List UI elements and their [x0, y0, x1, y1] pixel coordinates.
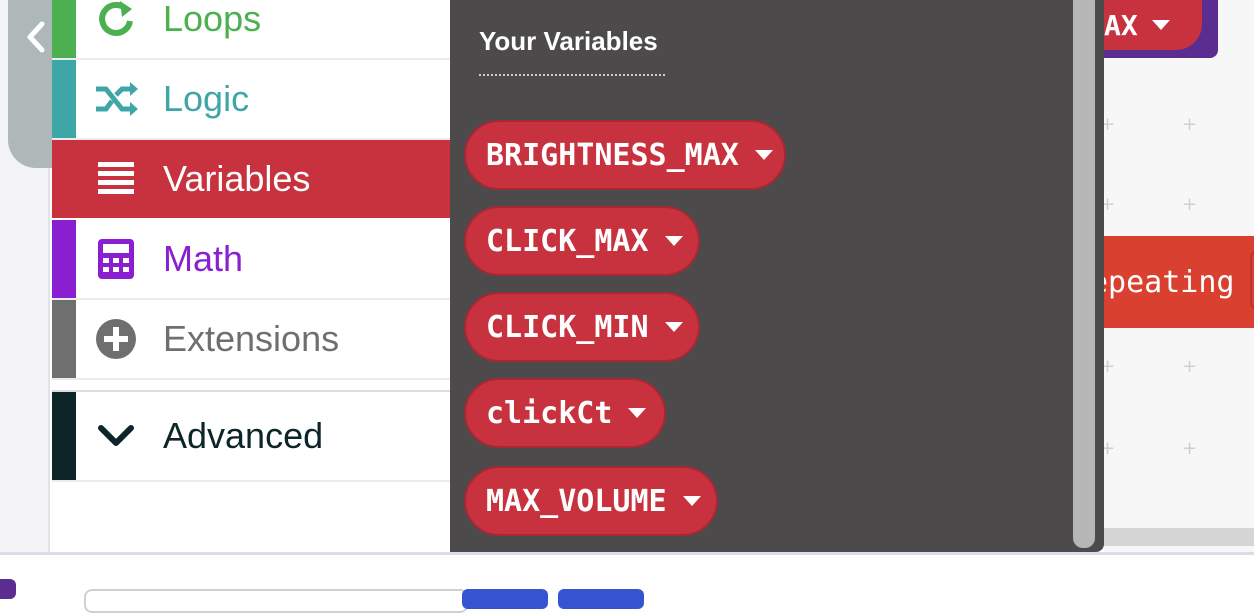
title-underline — [479, 74, 665, 76]
grid-dot: + — [1104, 194, 1116, 215]
variable-name: AX — [1104, 8, 1138, 42]
workspace[interactable]: + + + + + + + + AX epeating — [1104, 0, 1254, 552]
list-icon — [94, 157, 138, 201]
dropdown-arrow-icon[interactable] — [664, 236, 683, 246]
category-color-bar — [52, 60, 76, 138]
dropdown-arrow-icon[interactable] — [682, 496, 701, 506]
variables-flyout: Your Variables BRIGHTNESS_MAX CLICK_MAX … — [450, 0, 1104, 552]
category-label: Advanced — [163, 415, 324, 456]
collapse-toolbox-button[interactable] — [8, 0, 56, 168]
category-logic[interactable]: Logic — [52, 60, 450, 140]
category-math[interactable]: Math — [52, 220, 450, 300]
loop-icon — [94, 0, 138, 41]
loop-block[interactable]: epeating — [1104, 236, 1254, 328]
variable-block[interactable]: BRIGHTNESS_MAX — [464, 120, 786, 190]
category-variables[interactable]: Variables — [52, 140, 450, 218]
grid-dot: + — [1104, 356, 1116, 377]
dropdown-arrow-icon[interactable] — [754, 150, 773, 160]
variable-name: MAX_VOLUME — [486, 483, 667, 519]
grid-dot: + — [1104, 114, 1116, 135]
variable-name: CLICK_MIN — [486, 309, 649, 345]
category-extensions[interactable]: Extensions — [52, 300, 450, 380]
category-color-bar — [52, 392, 76, 480]
chevron-down-icon — [94, 414, 138, 458]
category-label: Extensions — [163, 318, 340, 359]
workspace-scrollbar[interactable] — [1104, 528, 1254, 546]
variable-name: clickCt — [486, 395, 613, 431]
toolbox: Loops Logic Variables Math Extensions Ad… — [52, 0, 450, 552]
flyout-title: Your Variables — [479, 26, 658, 56]
variable-block[interactable]: CLICK_MIN — [464, 292, 700, 362]
variable-block[interactable]: CLICK_MAX — [464, 206, 700, 276]
category-advanced[interactable]: Advanced — [52, 390, 450, 482]
flyout-scrollbar[interactable] — [1073, 0, 1095, 548]
menu-button[interactable] — [0, 579, 16, 599]
grid-dot: + — [1104, 438, 1116, 459]
category-label: Loops — [163, 0, 262, 39]
variable-name: CLICK_MAX — [486, 223, 649, 259]
category-color-bar — [52, 140, 76, 218]
bottom-toolbar — [0, 552, 1254, 613]
input-slot[interactable] — [1250, 250, 1254, 310]
variable-block[interactable]: clickCt — [464, 378, 666, 448]
variable-reporter-block[interactable]: AX — [1104, 0, 1202, 50]
calculator-icon — [94, 237, 138, 281]
chevron-left-icon — [27, 21, 45, 53]
variable-name: BRIGHTNESS_MAX — [486, 137, 739, 173]
plus-circle-icon — [94, 317, 138, 361]
github-button[interactable] — [558, 589, 644, 609]
category-label: Math — [163, 238, 244, 279]
dropdown-arrow-icon[interactable] — [1151, 20, 1170, 30]
project-name-input[interactable] — [84, 589, 468, 613]
shuffle-icon — [94, 77, 138, 121]
category-label: Variables — [163, 158, 311, 199]
grid-dot: + — [1182, 438, 1198, 459]
category-color-bar — [52, 0, 76, 58]
category-loops[interactable]: Loops — [52, 0, 450, 60]
grid-dot: + — [1182, 356, 1198, 377]
category-label: Logic — [163, 78, 250, 119]
dropdown-arrow-icon[interactable] — [628, 408, 647, 418]
category-color-bar — [52, 220, 76, 298]
grid-dot: + — [1182, 114, 1198, 135]
category-color-bar — [52, 300, 76, 378]
dropdown-arrow-icon[interactable] — [664, 322, 683, 332]
save-button[interactable] — [462, 589, 548, 609]
variable-block[interactable]: MAX_VOLUME — [464, 466, 718, 536]
grid-dot: + — [1182, 194, 1198, 215]
block-label: epeating — [1104, 264, 1235, 300]
